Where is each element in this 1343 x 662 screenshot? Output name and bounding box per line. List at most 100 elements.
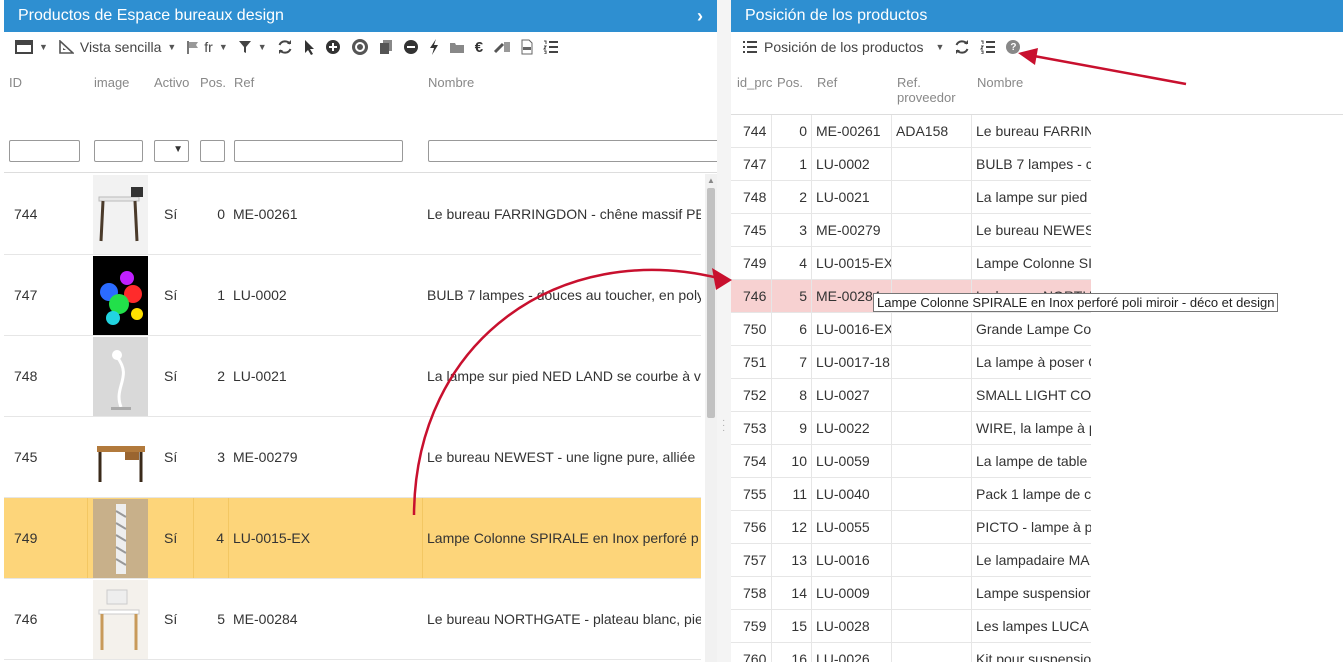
col-header-image[interactable]: image (94, 75, 129, 90)
filter-ref-input[interactable] (234, 140, 403, 162)
col-header-position[interactable]: Pos. (777, 75, 803, 90)
cell-name: Lampe Colonne SPIRALE en Inox perforé p (427, 530, 699, 546)
cell-id: 755 (743, 486, 767, 502)
cell-supplier-ref (891, 577, 971, 609)
col-header-supplier-ref-line2[interactable]: proveedor (897, 90, 956, 105)
cell-id: 750 (743, 321, 767, 337)
cell-id: 749 (4, 498, 88, 578)
table-row[interactable]: 756 12 LU-0055 PICTO - lampe à p (731, 511, 1091, 544)
col-header-name[interactable]: Nombre (977, 75, 1023, 90)
table-row[interactable]: 744 0 ME-00261 ADA158 Le bureau FARRIN (731, 115, 1091, 148)
language-select[interactable]: fr ▼ (181, 35, 232, 59)
cell-supplier-ref: ADA158 (891, 115, 971, 147)
table-row[interactable]: 753 9 LU-0022 WIRE, la lampe à p (731, 412, 1091, 445)
table-row[interactable]: 759 15 LU-0028 Les lampes LUCA (731, 610, 1091, 643)
grid-view-menu[interactable]: ▼ (10, 35, 53, 59)
table-row[interactable]: 745 3 ME-00279 Le bureau NEWES (731, 214, 1091, 247)
table-row[interactable]: 748 Sí 2 LU-0021 La lampe sur pied NED LAND … (4, 336, 701, 417)
view-mode-label: Vista sencilla (79, 39, 162, 55)
cell-id: 753 (743, 420, 767, 436)
filter-name-input[interactable] (428, 140, 717, 162)
import-button[interactable] (346, 35, 374, 59)
product-thumbnail-image (93, 337, 148, 416)
positions-view-select[interactable]: Posición de los productos ▼ (737, 35, 949, 59)
cell-position: 10 (771, 445, 811, 477)
filter-id-input[interactable] (9, 140, 80, 162)
cell-id: 752 (743, 387, 767, 403)
positions-refresh-button[interactable] (949, 35, 975, 59)
apply-positions-button[interactable] (975, 35, 1001, 59)
table-row[interactable]: 760 16 LU-0026 Kit pour suspensio (731, 643, 1091, 662)
col-header-ref[interactable]: Ref (817, 75, 837, 90)
filter-image-input[interactable] (94, 140, 143, 162)
cell-position: 3 (771, 214, 811, 246)
cell-name: WIRE, la lampe à p (971, 412, 1091, 444)
panel-splitter[interactable]: · · · (717, 0, 731, 662)
scroll-up-icon[interactable]: ▲ (707, 176, 715, 185)
cell-name: Grande Lampe Co (971, 313, 1091, 345)
products-toolbar: ▼ Vista sencilla ▼ fr ▼ ▼ € (4, 32, 717, 62)
table-row[interactable]: 758 14 LU-0009 Lampe suspensior (731, 577, 1091, 610)
col-header-id[interactable]: ID (9, 75, 22, 90)
add-button[interactable] (320, 35, 346, 59)
view-mode-select[interactable]: Vista sencilla ▼ (53, 35, 181, 59)
cell-ref: ME-00261 (233, 206, 298, 222)
cell-ref: LU-0016 (811, 544, 891, 576)
refresh-button[interactable] (272, 35, 298, 59)
table-row[interactable]: 751 7 LU-0017-18 La lampe à poser C (731, 346, 1091, 379)
col-header-supplier-ref-line1[interactable]: Ref. (897, 75, 921, 90)
table-row[interactable]: 746 Sí 5 ME-00284 Le bureau NORTHGATE - plat… (4, 579, 701, 660)
cell-id: 754 (743, 453, 767, 469)
products-panel-title-bar: Productos de Espace bureaux design › (4, 0, 717, 32)
move-to-category-button[interactable] (444, 35, 470, 59)
cell-position: 16 (771, 643, 811, 662)
collapse-chevron-icon[interactable]: › (697, 0, 703, 32)
table-row[interactable]: 749 Sí 4 LU-0015-EX Lampe Colonne SPIRALE en… (4, 498, 701, 579)
cell-ref: ME-00279 (233, 449, 298, 465)
price-button[interactable]: € (470, 35, 488, 59)
tools-button[interactable] (488, 35, 516, 59)
quick-action-button[interactable] (424, 35, 444, 59)
table-row[interactable]: 757 13 LU-0016 Le lampadaire MA (731, 544, 1091, 577)
csv-file-icon (521, 39, 533, 55)
scrollbar-thumb[interactable] (707, 188, 715, 418)
positions-panel: Posición de los productos Posición de lo… (731, 0, 1343, 662)
cell-name: Le bureau NEWES (971, 214, 1091, 246)
splitter-grip-icon[interactable]: · · · (722, 416, 725, 436)
table-row[interactable]: 755 11 LU-0040 Pack 1 lampe de c (731, 478, 1091, 511)
table-row[interactable]: 745 Sí 3 ME-00279 Le bureau NEWEST - une lig… (4, 417, 701, 498)
col-header-active[interactable]: Activo (154, 75, 189, 90)
table-row[interactable]: 747 Sí 1 LU-0002 BULB 7 lampes - douces au t… (4, 255, 701, 336)
table-row[interactable]: 754 10 LU-0059 La lampe de table (731, 445, 1091, 478)
table-row[interactable]: 749 4 LU-0015-EX Lampe Colonne SI (731, 247, 1091, 280)
table-row[interactable]: 752 8 LU-0027 SMALL LIGHT CO (731, 379, 1091, 412)
filter-position-input[interactable] (200, 140, 225, 162)
cell-active: Sí (164, 368, 178, 384)
duplicate-button[interactable] (374, 35, 398, 59)
numbered-list-button[interactable] (538, 35, 564, 59)
cell-id: 748 (743, 189, 767, 205)
export-csv-button[interactable] (516, 35, 538, 59)
col-header-ref[interactable]: Ref (234, 75, 254, 90)
col-header-position[interactable]: Pos. (200, 75, 226, 90)
table-row[interactable]: 747 1 LU-0002 BULB 7 lampes - c (731, 148, 1091, 181)
table-row[interactable]: 750 6 LU-0016-EX Grande Lampe Co (731, 313, 1091, 346)
help-button[interactable]: ? (1001, 35, 1025, 59)
table-row[interactable]: 744 Sí 0 ME-00261 Le bureau FARRINGDON - chê… (4, 174, 701, 255)
col-header-id[interactable]: id_prc (737, 75, 773, 90)
products-scrollbar[interactable]: ▲ (705, 174, 717, 662)
numbered-list-icon (980, 40, 996, 54)
cell-position: 15 (771, 610, 811, 642)
col-header-name[interactable]: Nombre (428, 75, 474, 90)
cell-supplier-ref (891, 412, 971, 444)
cell-position: 13 (771, 544, 811, 576)
select-button[interactable] (298, 35, 320, 59)
cell-id: 751 (743, 354, 767, 370)
cell-position: 4 (771, 247, 811, 279)
table-row[interactable]: 748 2 LU-0021 La lampe sur pied (731, 181, 1091, 214)
cell-name: La lampe sur pied NED LAND se courbe à v (427, 368, 701, 384)
filter-active-select[interactable]: ▼ (154, 140, 189, 162)
cell-name: PICTO - lampe à p (971, 511, 1091, 543)
delete-button[interactable] (398, 35, 424, 59)
filter-menu[interactable]: ▼ (233, 35, 272, 59)
